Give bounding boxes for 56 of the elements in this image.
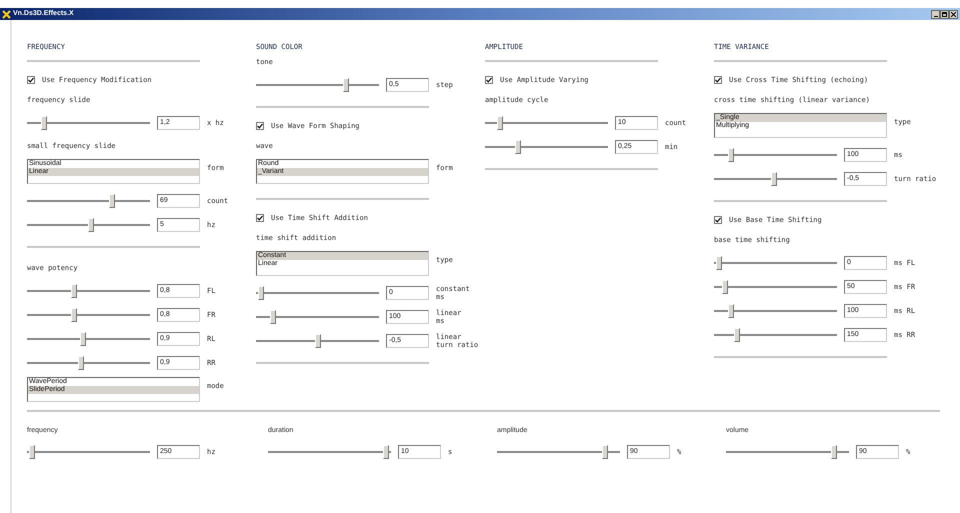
slider[interactable] [485, 115, 608, 131]
checkbox[interactable] [714, 76, 722, 84]
maximize-button[interactable] [940, 10, 949, 18]
slider[interactable] [726, 444, 849, 460]
slider[interactable] [256, 333, 379, 349]
slider-thumb[interactable] [80, 332, 86, 346]
slider-thumb[interactable] [728, 148, 734, 162]
slider-thumb[interactable] [771, 172, 778, 186]
slider[interactable] [27, 115, 150, 131]
slider-thumb[interactable] [382, 445, 389, 459]
slider-thumb[interactable] [41, 116, 48, 130]
slider-thumb[interactable] [728, 304, 734, 318]
checkbox[interactable] [256, 214, 264, 222]
slider-thumb[interactable] [29, 445, 36, 459]
slider-thumb[interactable] [314, 334, 320, 348]
slider[interactable] [714, 327, 837, 343]
slider-thumb[interactable] [496, 116, 503, 130]
app-icon [2, 10, 11, 18]
slider-thumb[interactable] [78, 356, 84, 370]
slider[interactable] [27, 444, 150, 460]
checkbox[interactable] [485, 76, 493, 84]
close-button[interactable] [949, 10, 958, 18]
slider-thumb[interactable] [716, 256, 722, 270]
slider[interactable] [256, 77, 379, 93]
slider-thumb[interactable] [270, 310, 276, 324]
slider[interactable] [485, 139, 608, 155]
checkbox[interactable] [714, 216, 722, 224]
slider[interactable] [497, 444, 620, 460]
slider[interactable] [714, 279, 837, 295]
slider[interactable] [27, 283, 150, 299]
slider-thumb[interactable] [342, 78, 349, 92]
slider-thumb[interactable] [734, 328, 740, 342]
slider-thumb[interactable] [71, 284, 78, 298]
slider-thumb[interactable] [602, 445, 608, 459]
slider[interactable] [256, 309, 379, 325]
slider-thumb[interactable] [108, 194, 115, 208]
slider[interactable] [27, 217, 150, 233]
slider-thumb[interactable] [722, 280, 728, 294]
slider[interactable] [714, 147, 837, 163]
slider-thumb[interactable] [515, 140, 522, 154]
slider[interactable] [27, 193, 150, 209]
slider[interactable] [256, 285, 379, 301]
slider[interactable] [714, 303, 837, 319]
slider[interactable] [714, 171, 837, 187]
slider[interactable] [27, 355, 150, 371]
slider[interactable] [714, 255, 837, 271]
slider[interactable] [27, 331, 150, 347]
slider-thumb[interactable] [831, 445, 838, 459]
slider[interactable] [27, 307, 150, 323]
checkbox[interactable] [27, 76, 35, 84]
slider-thumb[interactable] [88, 218, 94, 232]
slider[interactable] [268, 444, 391, 460]
minimize-button[interactable] [931, 10, 940, 18]
slider-thumb[interactable] [71, 308, 78, 322]
checkbox[interactable] [256, 122, 264, 130]
slider-thumb[interactable] [258, 286, 264, 300]
